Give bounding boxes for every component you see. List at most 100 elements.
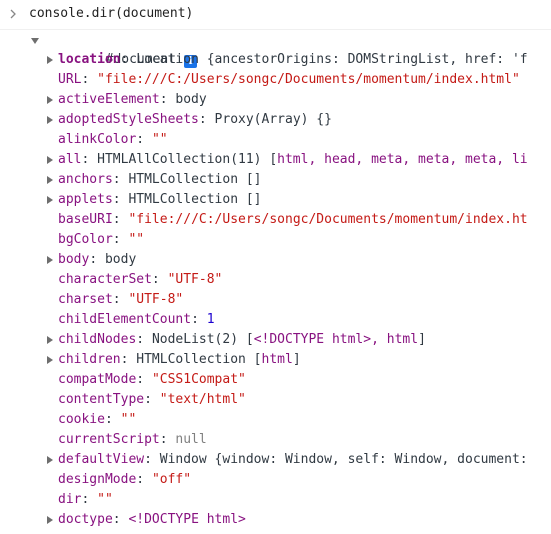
property-row-childElementCount: childElementCount: 1	[0, 310, 551, 330]
property-row-body[interactable]: body: body	[0, 250, 551, 270]
property-value: ""	[128, 232, 145, 247]
property-value: <!DOCTYPE html>, html	[253, 332, 419, 347]
property-key: activeElement	[58, 92, 160, 107]
key-separator: :	[136, 132, 152, 147]
property-row-charset: charset: "UTF-8"	[0, 290, 551, 310]
key-separator: :	[112, 232, 129, 247]
property-key: contentType	[58, 392, 145, 407]
key-separator: :	[89, 252, 105, 267]
property-row-contentType: contentType: "text/html"	[0, 390, 551, 410]
triangle-right-icon[interactable]	[47, 336, 53, 344]
property-row-currentScript: currentScript: null	[0, 430, 551, 450]
property-key: doctype	[58, 512, 113, 527]
property-value: ]	[292, 352, 301, 367]
property-row-defaultView[interactable]: defaultView: Window {window: Window, sel…	[0, 450, 551, 470]
property-value: "UTF-8"	[167, 272, 223, 287]
property-value: Proxy(Array) {}	[214, 112, 332, 127]
property-key: anchors	[58, 172, 113, 187]
property-row-URL: URL: "file:///C:/Users/songc/Documents/m…	[0, 70, 551, 90]
property-key: adoptedStyleSheets	[58, 112, 199, 127]
root-node[interactable]: #document i	[0, 30, 551, 68]
property-key: children	[58, 352, 121, 367]
property-value: <!DOCTYPE html>	[128, 512, 246, 527]
key-separator: :	[159, 92, 176, 107]
triangle-right-icon[interactable]	[47, 456, 53, 464]
key-separator: :	[81, 152, 98, 167]
property-value: "file:///C:/Users/songc/Documents/moment…	[128, 212, 528, 227]
key-separator: :	[112, 212, 129, 227]
key-separator: :	[104, 412, 121, 427]
property-key: all	[58, 152, 82, 167]
property-row-dir: dir: ""	[0, 490, 551, 510]
property-value: HTMLCollection [	[136, 352, 262, 367]
triangle-right-icon[interactable]	[47, 356, 53, 364]
key-separator: :	[191, 312, 207, 327]
property-row-location[interactable]: location: Location {ancestorOrigins: DOM…	[0, 50, 551, 70]
property-value: html, head, meta, meta, meta, li	[277, 152, 528, 167]
property-key: URL	[58, 72, 82, 87]
key-separator: :	[136, 472, 152, 487]
property-value: "text/html"	[159, 392, 246, 407]
property-key: charset	[58, 292, 113, 307]
property-key: currentScript	[58, 432, 160, 447]
key-separator: :	[120, 52, 137, 67]
property-row-all[interactable]: all: HTMLAllCollection(11) [html, head, …	[0, 150, 551, 170]
property-key: baseURI	[58, 212, 113, 227]
key-separator: :	[112, 292, 129, 307]
property-key: applets	[58, 192, 113, 207]
property-row-cookie: cookie: ""	[0, 410, 551, 430]
property-key: cookie	[58, 412, 105, 427]
property-value: "off"	[151, 472, 192, 487]
property-value: Location {ancestorOrigins: DOMStringList…	[136, 52, 528, 67]
console-input-line[interactable]: console.dir(document)	[0, 0, 551, 30]
property-value: null	[175, 432, 207, 447]
property-row-anchors[interactable]: anchors: HTMLCollection []	[0, 170, 551, 190]
property-key: childElementCount	[58, 312, 192, 327]
console-command[interactable]: console.dir(document)	[29, 5, 193, 23]
property-value: "file:///C:/Users/songc/Documents/moment…	[97, 72, 520, 87]
triangle-right-icon[interactable]	[47, 256, 53, 264]
triangle-right-icon[interactable]	[47, 196, 53, 204]
property-row-compatMode: compatMode: "CSS1Compat"	[0, 370, 551, 390]
key-separator: :	[136, 372, 152, 387]
property-key: compatMode	[58, 372, 137, 387]
key-separator: :	[81, 492, 98, 507]
property-row-adoptedStyleSheets[interactable]: adoptedStyleSheets: Proxy(Array) {}	[0, 110, 551, 130]
property-key: defaultView	[58, 452, 145, 467]
key-separator: :	[112, 192, 129, 207]
property-value: "UTF-8"	[128, 292, 184, 307]
property-value: ""	[97, 492, 113, 507]
property-value: HTMLCollection []	[128, 172, 262, 187]
triangle-right-icon[interactable]	[47, 56, 53, 64]
property-row-alinkColor: alinkColor: ""	[0, 130, 551, 150]
key-separator: :	[159, 432, 176, 447]
property-value: ""	[151, 132, 168, 147]
property-value: "CSS1Compat"	[151, 372, 246, 387]
property-row-children[interactable]: children: HTMLCollection [html]	[0, 350, 551, 370]
property-row-childNodes[interactable]: childNodes: NodeList(2) [<!DOCTYPE html>…	[0, 330, 551, 350]
triangle-right-icon[interactable]	[47, 516, 53, 524]
key-separator: :	[144, 452, 160, 467]
triangle-right-icon[interactable]	[47, 116, 53, 124]
property-value: HTMLCollection []	[128, 192, 262, 207]
triangle-right-icon[interactable]	[47, 176, 53, 184]
property-value: NodeList(2) [	[151, 332, 254, 347]
key-separator: :	[112, 172, 129, 187]
property-value: body	[104, 252, 137, 267]
property-row-doctype[interactable]: doctype: <!DOCTYPE html>	[0, 510, 551, 530]
triangle-down-icon[interactable]	[31, 38, 39, 44]
property-row-characterSet: characterSet: "UTF-8"	[0, 270, 551, 290]
key-separator: :	[136, 332, 152, 347]
property-row-baseURI: baseURI: "file:///C:/Users/songc/Documen…	[0, 210, 551, 230]
property-key: dir	[58, 492, 82, 507]
property-key: bgColor	[58, 232, 113, 247]
key-separator: :	[81, 72, 98, 87]
property-row-activeElement[interactable]: activeElement: body	[0, 90, 551, 110]
triangle-right-icon[interactable]	[47, 156, 53, 164]
property-row-applets[interactable]: applets: HTMLCollection []	[0, 190, 551, 210]
property-key: alinkColor	[58, 132, 137, 147]
chevron-right-icon	[8, 7, 18, 21]
key-separator: :	[198, 112, 215, 127]
triangle-right-icon[interactable]	[47, 96, 53, 104]
property-row-bgColor: bgColor: ""	[0, 230, 551, 250]
